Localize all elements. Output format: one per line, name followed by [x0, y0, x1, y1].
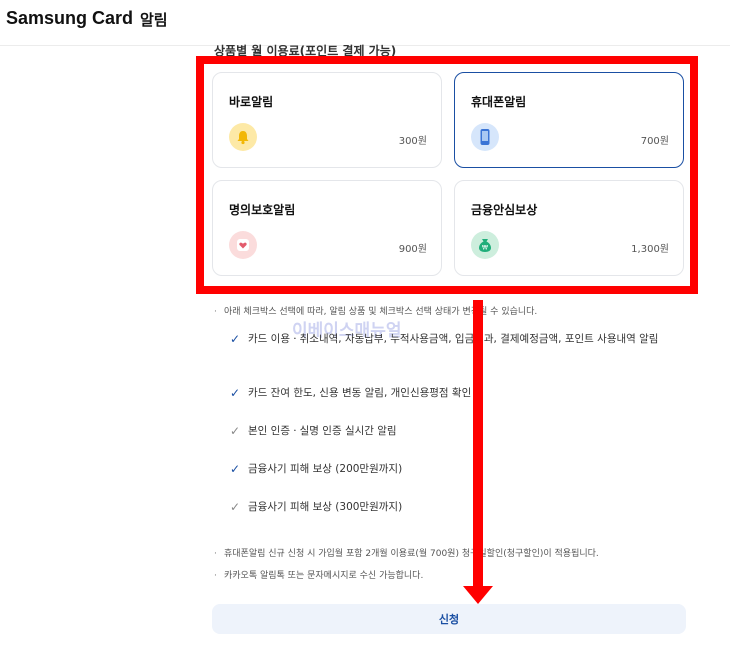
check-icon: ✓	[230, 332, 241, 346]
bullet-dot: ·	[214, 307, 217, 317]
card-title: 바로알림	[229, 95, 274, 109]
list-item-text: 금융사기 피해 보상 (300만원까지)	[248, 501, 403, 513]
card-price: 700원	[640, 136, 669, 147]
product-card-identity[interactable]: 명의보호알림 900원	[212, 180, 442, 276]
footnote-text: 카카오톡 알림톡 또는 문자메시지로 수신 가능합니다.	[224, 571, 424, 581]
list-item: ✓ 금융사기 피해 보상 (300만원까지)	[230, 500, 670, 515]
check-icon: ✓	[230, 424, 241, 438]
top-bar: Samsung Card 알림	[0, 0, 730, 46]
bullet-dot: ·	[214, 571, 217, 581]
card-price: 1,300원	[631, 244, 669, 255]
money-bag-icon: ₩	[471, 231, 499, 259]
footnote-text: 휴대폰알림 신규 신청 시 가입월 포함 2개월 이용료(월 700원) 청구일…	[224, 549, 599, 559]
card-title: 명의보호알림	[229, 203, 296, 217]
list-item: ✓ 카드 잔여 한도, 신용 변동 알림, 개인신용평점 확인	[230, 386, 670, 401]
product-card-baro[interactable]: 바로알림 300원	[212, 72, 442, 168]
card-title: 휴대폰알림	[471, 95, 527, 109]
annotation-arrow-head	[463, 586, 493, 604]
footnote-item: · 휴대폰알림 신규 신청 시 가입월 포함 2개월 이용료(월 700원) 청구…	[214, 546, 694, 568]
notes-section: · 아래 체크박스 선택에 따라, 알림 상품 및 체크박스 선택 상태가 변경될…	[214, 304, 694, 317]
card-price: 300원	[398, 136, 427, 147]
shield-heart-icon	[229, 231, 257, 259]
check-icon: ✓	[230, 500, 241, 514]
list-item: ✓ 금융사기 피해 보상 (200만원까지)	[230, 462, 670, 477]
product-card-finance[interactable]: 금융안심보상 ₩ 1,300원	[454, 180, 684, 276]
check-icon: ✓	[230, 386, 241, 400]
brand-logo[interactable]: Samsung Card	[6, 8, 133, 29]
list-item: ✓ 본인 인증ㆍ실명 인증 실시간 알림	[230, 424, 670, 439]
list-item: ✓ 카드 이용ㆍ취소내역, 자동납부, 누적사용금액, 입금결과, 결제예정금액…	[230, 332, 670, 347]
list-item-text: 카드 이용ㆍ취소내역, 자동납부, 누적사용금액, 입금결과, 결제예정금액, …	[248, 333, 659, 345]
note-intro: · 아래 체크박스 선택에 따라, 알림 상품 및 체크박스 선택 상태가 변경될…	[214, 304, 694, 317]
list-item-text: 카드 잔여 한도, 신용 변동 알림, 개인신용평점 확인	[248, 387, 472, 399]
footnote-item: · 카카오톡 알림톡 또는 문자메시지로 수신 가능합니다.	[214, 568, 694, 590]
annotation-arrow-shaft	[473, 300, 483, 590]
product-card-phone[interactable]: 휴대폰알림 700원	[454, 72, 684, 168]
apply-button[interactable]: 신청	[212, 604, 686, 634]
page-title: 알림	[140, 11, 168, 29]
bullet-dot: ·	[214, 549, 217, 559]
phone-icon	[471, 123, 499, 151]
list-item-text: 본인 인증ㆍ실명 인증 실시간 알림	[248, 425, 397, 437]
check-icon: ✓	[230, 462, 241, 476]
list-item-text: 금융사기 피해 보상 (200만원까지)	[248, 463, 403, 475]
bell-icon	[229, 123, 257, 151]
footnotes: · 휴대폰알림 신규 신청 시 가입월 포함 2개월 이용료(월 700원) 청구…	[214, 546, 694, 590]
svg-text:₩: ₩	[482, 245, 488, 252]
product-card-grid: 바로알림 300원 휴대폰알림 700원 명의보호알림 900원 금융안심보상 …	[196, 56, 698, 294]
card-title: 금융안심보상	[471, 203, 538, 217]
card-price: 900원	[398, 244, 427, 255]
